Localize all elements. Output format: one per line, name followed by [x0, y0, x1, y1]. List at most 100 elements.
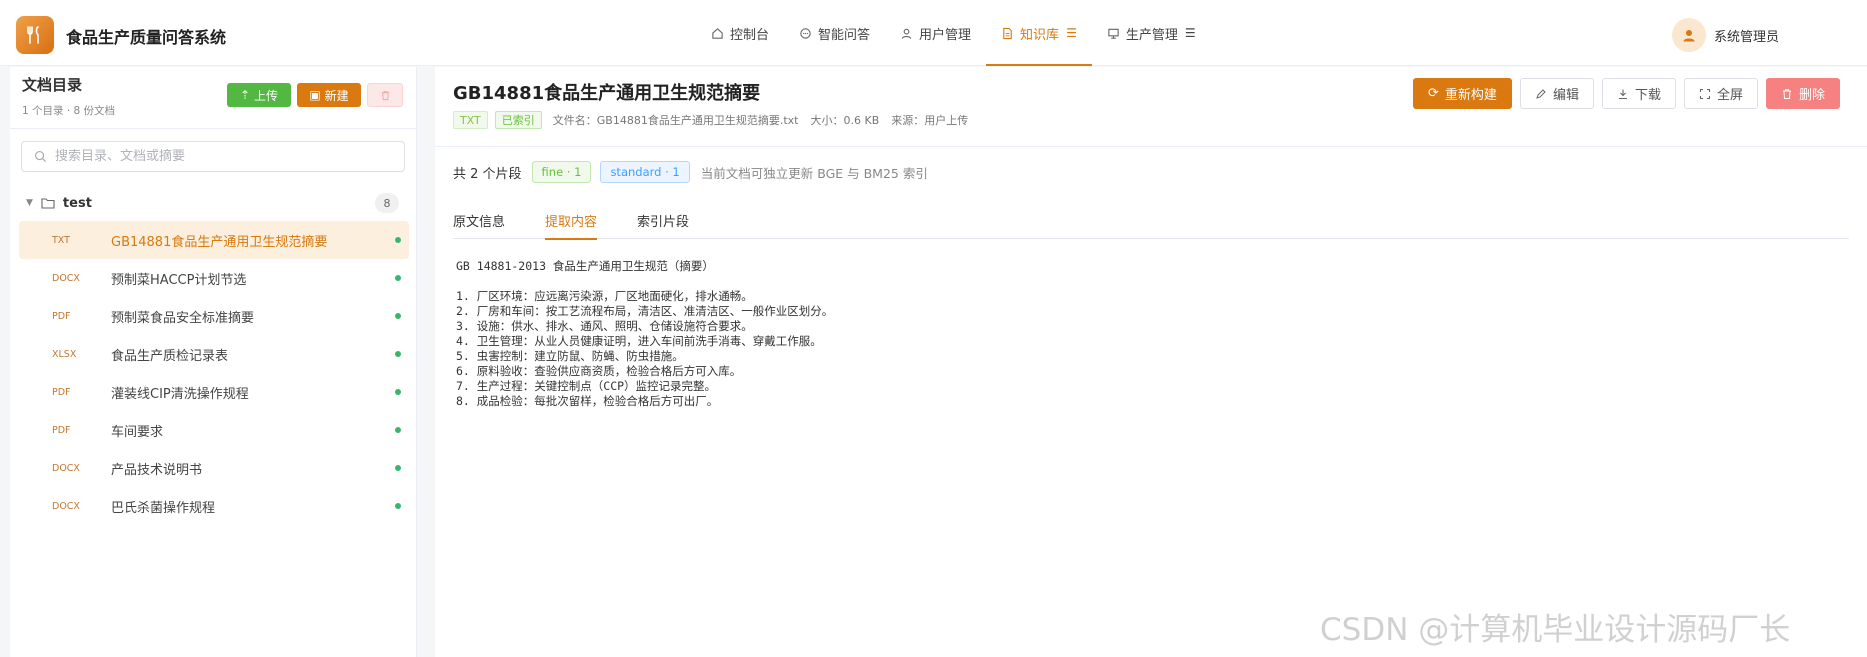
document-name: 预制菜HACCP计划节选 — [111, 272, 247, 288]
file-type-label: PDF — [52, 386, 71, 398]
trash-icon — [381, 90, 389, 100]
monitor-icon — [1107, 27, 1120, 40]
file-type-label: XLSX — [52, 348, 77, 360]
new-button[interactable]: ▣ 新建 — [297, 83, 361, 107]
file-type-label: PDF — [52, 424, 71, 436]
nav-dashboard[interactable]: 控制台 — [696, 0, 784, 66]
delete-button[interactable]: 删除 — [1765, 78, 1840, 109]
user-avatar-icon — [1683, 30, 1695, 42]
caret-down-icon[interactable]: ▼ — [26, 198, 33, 208]
search-input[interactable] — [55, 149, 385, 164]
document-name: 巴氏杀菌操作规程 — [111, 500, 216, 516]
file-type-label: DOCX — [52, 272, 80, 284]
search-icon — [34, 150, 47, 163]
content-line: 7. 生产过程：关键控制点（CCP）监控记录完整。 — [456, 379, 717, 393]
download-icon — [1617, 88, 1629, 100]
edit-icon — [1535, 88, 1547, 100]
file-type-label: DOCX — [52, 500, 80, 512]
fullscreen-button[interactable]: 全屏 — [1683, 78, 1758, 109]
tab-extracted-content[interactable]: 提取内容 — [545, 201, 598, 240]
new-button-label: 新建 — [324, 88, 349, 103]
tab-index-segments[interactable]: 索引片段 — [637, 201, 689, 239]
sidebar-header: 文档目录 1 个目录 · 8 份文档 ⇡ 上传 ▣ 新建 — [10, 67, 416, 129]
delete-button-label: 删除 — [1798, 88, 1825, 103]
file-name-meta: 文件名：GB14881食品生产通用卫生规范摘要.txt — [552, 114, 799, 127]
list-item[interactable]: PDF 灌装线CIP清洗操作规程 — [19, 373, 409, 411]
delete-folder-button[interactable] — [367, 83, 403, 107]
watermark: CSDN @计算机毕业设计源码厂长 — [1320, 612, 1791, 648]
content-line: 6. 原料验收：查验供应商资质，检验合格后方可入库。 — [456, 364, 742, 378]
extracted-content: GB 14881-2013 食品生产通用卫生规范（摘要） 1. 厂区环境：应远离… — [456, 259, 833, 409]
upload-icon: ⇡ — [239, 88, 251, 102]
rebuild-button[interactable]: ⟳ 重新构建 — [1413, 78, 1512, 109]
fork-knife-icon — [27, 26, 39, 44]
list-item[interactable]: DOCX 巴氏杀菌操作规程 — [19, 487, 409, 525]
rebuild-button-label: 重新构建 — [1444, 88, 1497, 103]
list-item[interactable]: DOCX 产品技术说明书 — [19, 449, 409, 487]
folder-plus-icon: ▣ — [309, 88, 321, 102]
content-line: 5. 虫害控制：建立防鼠、防蝇、防虫措施。 — [456, 349, 684, 363]
app-logo[interactable] — [16, 16, 54, 54]
content-line: 3. 设施：供水、排水、通风、照明、仓储设施符合要求。 — [456, 319, 753, 333]
segment-summary: 共 2 个片段 fine · 1 standard · 1 当前文档可独立更新 … — [453, 161, 928, 183]
nav-knowledge-label: 知识库 — [1020, 27, 1060, 43]
list-item[interactable]: PDF 车间要求 — [19, 411, 409, 449]
standard-segment-tag: standard · 1 — [600, 161, 690, 183]
nav-production-label: 生产管理 — [1125, 27, 1178, 43]
document-title: GB14881食品生产通用卫生规范摘要 — [453, 83, 761, 104]
content-tabs: 原文信息 提取内容 索引片段 — [453, 201, 1849, 240]
search-box[interactable] — [21, 141, 405, 172]
folder-name: test — [62, 195, 92, 211]
document-icon — [1001, 27, 1014, 40]
list-item[interactable]: TXT GB14881食品生产通用卫生规范摘要 — [19, 221, 409, 259]
document-name: 灌装线CIP清洗操作规程 — [111, 386, 249, 402]
document-sidebar: 文档目录 1 个目录 · 8 份文档 ⇡ 上传 ▣ 新建 ▼ test 8 TX… — [10, 67, 417, 657]
nav-qa[interactable]: 智能问答 — [784, 0, 885, 66]
document-name: 产品技术说明书 — [111, 462, 203, 478]
nav-users-label: 用户管理 — [919, 27, 972, 43]
indexed-status-dot — [395, 237, 401, 243]
trash-icon — [1781, 88, 1793, 100]
tab-original-info[interactable]: 原文信息 — [453, 201, 505, 239]
indexed-status-dot — [395, 503, 401, 509]
indexed-status-dot — [395, 275, 401, 281]
folder-count-badge: 8 — [375, 193, 399, 213]
upload-button-label: 上传 — [254, 88, 279, 103]
fullscreen-button-label: 全屏 — [1716, 88, 1743, 103]
user-menu[interactable]: 系统管理员 — [1672, 18, 1779, 52]
nav-qa-label: 智能问答 — [818, 27, 871, 43]
indexed-status-dot — [395, 427, 401, 433]
document-actions: ⟳ 重新构建 编辑 下载 全屏 删除 — [1405, 78, 1840, 109]
list-item[interactable]: PDF 预制菜食品安全标准摘要 — [19, 297, 409, 335]
edit-button[interactable]: 编辑 — [1519, 78, 1594, 109]
document-name: 食品生产质检记录表 — [111, 348, 229, 364]
indexed-status-dot — [395, 389, 401, 395]
nav-knowledge[interactable]: 知识库 ☰ — [986, 0, 1092, 66]
app-title: 食品生产质量问答系统 — [66, 28, 227, 47]
chat-icon — [799, 27, 812, 40]
content-line: 8. 成品检验：每批次留样，检验合格后方可出厂。 — [456, 394, 719, 408]
indexed-status-dot — [395, 313, 401, 319]
top-header: 食品生产质量问答系统 控制台 智能问答 用户管理 知识库 ☰ 生产管理 ☰ 系统… — [0, 0, 1867, 66]
folder-row[interactable]: ▼ test 8 — [10, 188, 417, 218]
sidebar-title: 文档目录 — [22, 76, 83, 94]
upload-button[interactable]: ⇡ 上传 — [227, 83, 291, 107]
document-list: TXT GB14881食品生产通用卫生规范摘要 DOCX 预制菜HACCP计划节选 … — [10, 221, 417, 525]
refresh-icon: ⟳ — [1428, 86, 1439, 101]
indexed-status-dot — [395, 351, 401, 357]
list-item[interactable]: XLSX 食品生产质检记录表 — [19, 335, 409, 373]
indexed-status-dot — [395, 465, 401, 471]
nav-users[interactable]: 用户管理 — [885, 0, 986, 66]
sidebar-subtitle: 1 个目录 · 8 份文档 — [22, 105, 116, 117]
download-button-label: 下载 — [1634, 88, 1661, 103]
list-item[interactable]: DOCX 预制菜HACCP计划节选 — [19, 259, 409, 297]
main-nav: 控制台 智能问答 用户管理 知识库 ☰ 生产管理 ☰ — [696, 0, 1211, 66]
download-button[interactable]: 下载 — [1601, 78, 1676, 109]
nav-production[interactable]: 生产管理 ☰ — [1092, 0, 1211, 66]
segment-note: 当前文档可独立更新 BGE 与 BM25 索引 — [700, 165, 928, 181]
file-size-meta: 大小：0.6 KB — [810, 114, 880, 127]
document-name: GB14881食品生产通用卫生规范摘要 — [111, 234, 328, 250]
fine-segment-tag: fine · 1 — [531, 161, 592, 183]
nav-dashboard-label: 控制台 — [730, 27, 770, 43]
